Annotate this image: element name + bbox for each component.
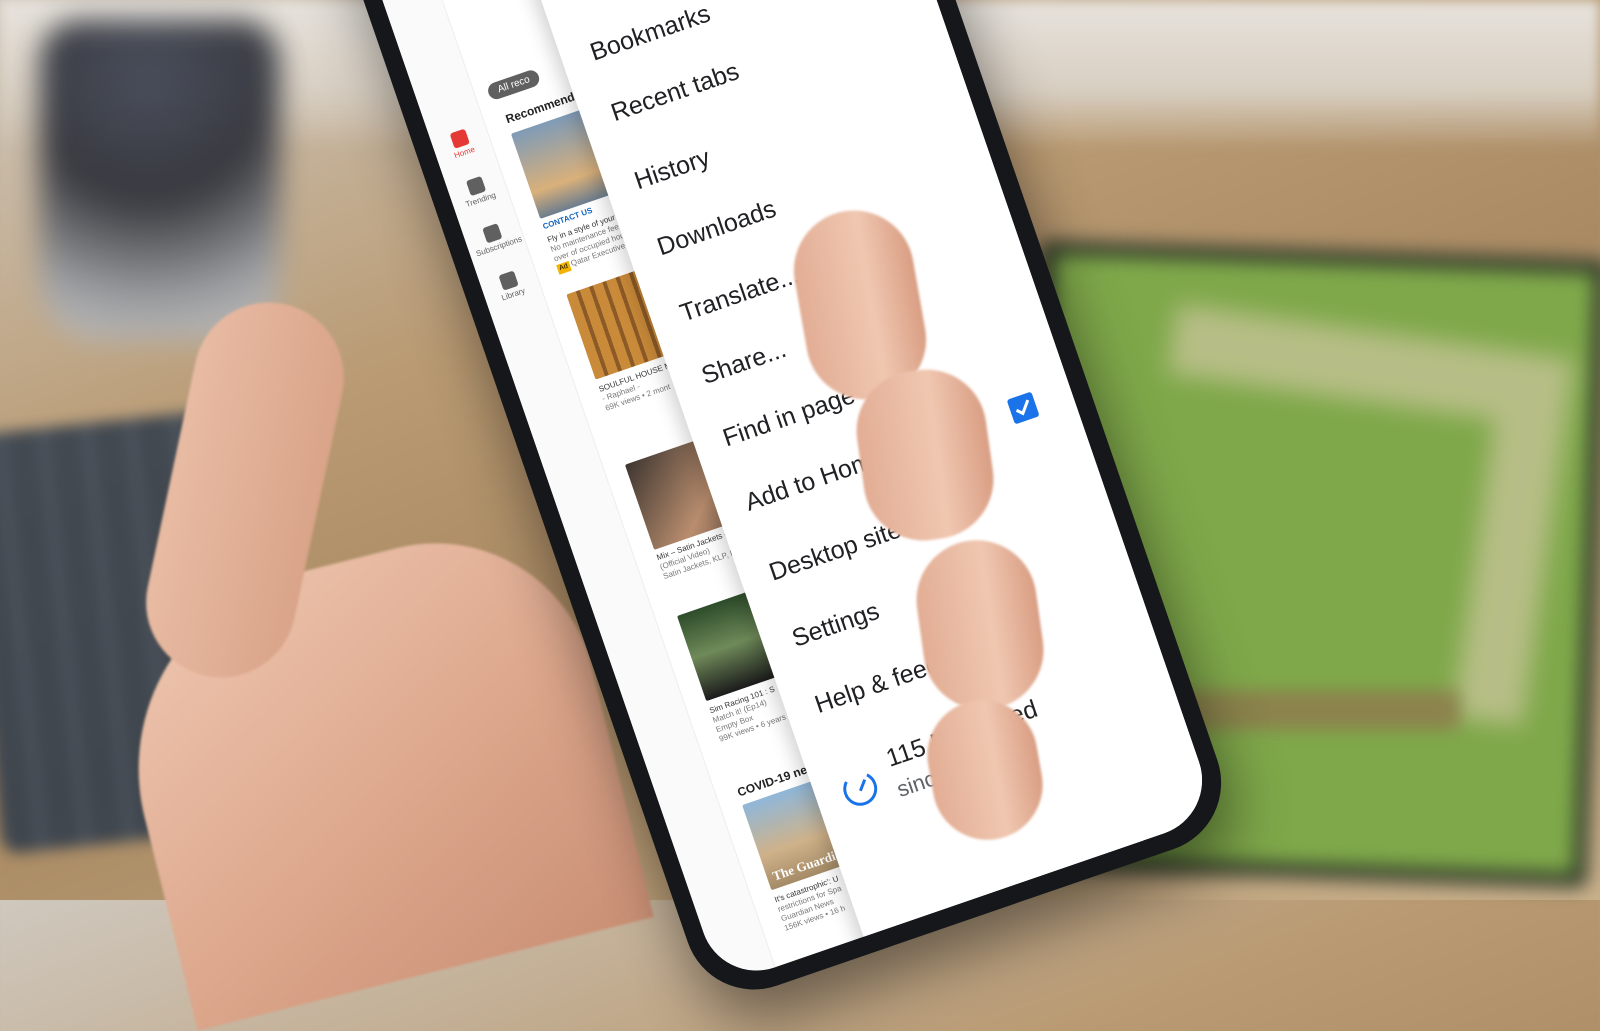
ad-badge: Ad	[556, 261, 572, 275]
rail-item-trending[interactable]: Trending	[453, 171, 503, 211]
speedometer-icon	[838, 767, 882, 811]
rail-item-home[interactable]: Home	[436, 124, 486, 164]
check-icon	[1015, 399, 1030, 416]
background-book-arrow	[1126, 303, 1574, 727]
filter-chip[interactable]: All reco	[485, 67, 542, 102]
rail-item-library[interactable]: Library	[485, 266, 535, 306]
rail-item-subscriptions[interactable]: Subscriptions	[469, 219, 523, 258]
background-cup	[40, 20, 280, 340]
